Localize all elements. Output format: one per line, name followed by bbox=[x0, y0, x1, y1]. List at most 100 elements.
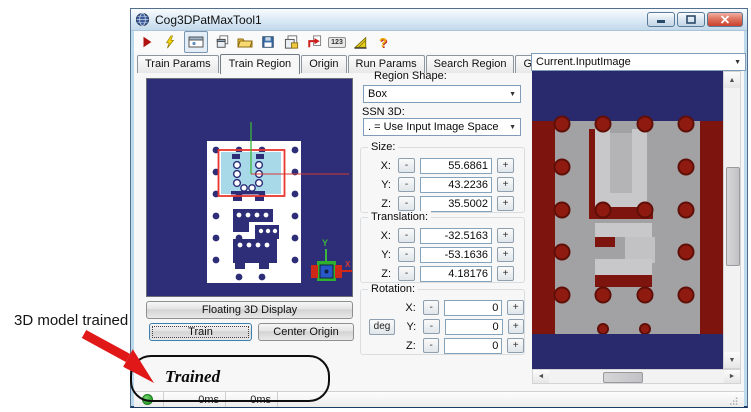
increment-button[interactable]: + bbox=[497, 158, 514, 173]
copy-badge-icon bbox=[284, 35, 299, 49]
rotation-y-input[interactable] bbox=[445, 319, 503, 335]
open-folder-icon bbox=[237, 35, 253, 49]
save-button[interactable] bbox=[259, 33, 277, 51]
resize-grip[interactable] bbox=[730, 392, 744, 407]
minimize-icon bbox=[656, 15, 666, 24]
deg-units-button[interactable]: deg bbox=[369, 319, 395, 335]
vertical-scroll-thumb[interactable] bbox=[726, 167, 740, 266]
minimize-button[interactable] bbox=[647, 12, 675, 27]
tab-origin[interactable]: Origin bbox=[301, 55, 346, 73]
increment-button[interactable]: + bbox=[497, 266, 514, 281]
open-button[interactable] bbox=[236, 33, 254, 51]
horizontal-scrollbar[interactable]: ◄ ► bbox=[532, 369, 741, 384]
region-shape-label: Region Shape: bbox=[374, 70, 447, 82]
size-group: Size: X: - + Y: - + Z: - bbox=[360, 147, 525, 213]
translation-x-row: X: - + bbox=[361, 226, 524, 245]
chevron-down-icon: ▼ bbox=[734, 59, 741, 66]
translation-z-row: Z: - + bbox=[361, 264, 524, 283]
constants-button[interactable]: 123 bbox=[328, 33, 346, 51]
decrement-button[interactable]: - bbox=[398, 266, 415, 281]
decrement-button[interactable]: - bbox=[423, 338, 440, 353]
axis-label: X: bbox=[375, 160, 391, 172]
increment-button[interactable]: + bbox=[497, 177, 514, 192]
increment-button[interactable]: + bbox=[507, 338, 524, 353]
axis-label: Y: bbox=[375, 179, 391, 191]
rotation-x-row: X: - + bbox=[361, 298, 524, 317]
size-y-input[interactable] bbox=[420, 177, 492, 193]
decrement-button[interactable]: - bbox=[423, 300, 440, 315]
rotation-z-input[interactable] bbox=[444, 338, 502, 354]
import-button[interactable] bbox=[305, 33, 323, 51]
vertical-scrollbar[interactable]: ▲ ▼ bbox=[723, 71, 741, 369]
rotation-z-row: Z: - + bbox=[361, 336, 524, 355]
measure-button[interactable] bbox=[351, 33, 369, 51]
decrement-button[interactable]: - bbox=[398, 158, 415, 173]
maximize-icon bbox=[686, 15, 696, 24]
region-shape-value: Box bbox=[368, 88, 387, 100]
decrement-button[interactable]: - bbox=[398, 228, 415, 243]
copy-windows-icon bbox=[215, 35, 230, 49]
tab-train-region[interactable]: Train Region bbox=[220, 54, 301, 74]
lightning-icon bbox=[163, 35, 177, 49]
decrement-button[interactable]: - bbox=[398, 247, 415, 262]
increment-button[interactable]: + bbox=[497, 228, 514, 243]
close-button[interactable] bbox=[707, 12, 743, 27]
train-region-3d-display[interactable]: Y X bbox=[146, 78, 353, 297]
increment-button[interactable]: + bbox=[497, 247, 514, 262]
scroll-right-icon[interactable]: ► bbox=[724, 370, 740, 383]
rotation-x-input[interactable] bbox=[444, 300, 502, 316]
decrement-button[interactable]: - bbox=[398, 177, 415, 192]
tab-train-params[interactable]: Train Params bbox=[137, 55, 219, 73]
scroll-down-icon[interactable]: ▼ bbox=[724, 352, 740, 368]
set-square-icon bbox=[353, 35, 368, 49]
rotation-y-row: deg Y: - + bbox=[361, 317, 524, 336]
translation-z-input[interactable] bbox=[420, 266, 492, 282]
gizmo-x-label: X bbox=[345, 260, 351, 269]
translation-y-input[interactable] bbox=[420, 247, 492, 263]
annotation-text: 3D model trained bbox=[14, 312, 128, 329]
increment-button[interactable]: + bbox=[507, 300, 524, 315]
import-arrow-icon bbox=[307, 35, 322, 49]
size-x-input[interactable] bbox=[420, 158, 492, 174]
client-area: 123 ? Train Params Train Region Origin R… bbox=[134, 31, 744, 402]
3d-scene: Y X bbox=[147, 79, 352, 296]
increment-button[interactable]: + bbox=[508, 319, 524, 334]
status-empty-cell bbox=[278, 392, 730, 407]
run-icon bbox=[140, 35, 154, 49]
axis-label: X: bbox=[398, 302, 416, 314]
help-button[interactable]: ? bbox=[374, 33, 392, 51]
maximize-button[interactable] bbox=[677, 12, 705, 27]
input-image bbox=[532, 71, 723, 369]
train-button[interactable]: Train bbox=[149, 323, 252, 341]
scroll-up-icon[interactable]: ▲ bbox=[724, 72, 740, 88]
show-image-button[interactable] bbox=[184, 31, 208, 53]
region-shape-combo[interactable]: Box ▼ bbox=[363, 85, 521, 103]
translation-x-input[interactable] bbox=[420, 228, 492, 244]
horizontal-scroll-thumb[interactable] bbox=[603, 372, 643, 383]
copy-results-button[interactable] bbox=[282, 33, 300, 51]
save-disk-icon bbox=[261, 35, 275, 49]
center-origin-button[interactable]: Center Origin bbox=[258, 323, 354, 341]
decrement-button[interactable]: - bbox=[423, 319, 439, 334]
size-legend: Size: bbox=[368, 141, 398, 153]
rotation-group: Rotation: X: - + deg Y: - + bbox=[360, 289, 525, 355]
input-image-display[interactable] bbox=[532, 71, 723, 369]
increment-button[interactable]: + bbox=[497, 196, 514, 211]
run-button[interactable] bbox=[138, 33, 156, 51]
electric-run-button[interactable] bbox=[161, 33, 179, 51]
floating-3d-display-button[interactable]: Floating 3D Display bbox=[146, 301, 353, 319]
scroll-left-icon[interactable]: ◄ bbox=[533, 370, 549, 383]
size-z-input[interactable] bbox=[420, 196, 492, 212]
app-icon bbox=[135, 12, 150, 27]
decrement-button[interactable]: - bbox=[398, 196, 415, 211]
input-image-source-value: Current.InputImage bbox=[536, 56, 631, 68]
copy-tool-button[interactable] bbox=[213, 33, 231, 51]
translation-legend: Translation: bbox=[368, 211, 431, 223]
axis-label: Y: bbox=[375, 249, 391, 261]
ssn-3d-combo[interactable]: . = Use Input Image Space ▼ bbox=[363, 118, 521, 136]
status-green-dot-icon bbox=[142, 394, 153, 405]
numbers-123-icon: 123 bbox=[328, 37, 346, 48]
axis-label: Z: bbox=[375, 268, 391, 280]
input-image-source-combo[interactable]: Current.InputImage ▼ bbox=[531, 53, 746, 71]
title-bar[interactable]: Cog3DPatMaxTool1 bbox=[131, 9, 747, 31]
